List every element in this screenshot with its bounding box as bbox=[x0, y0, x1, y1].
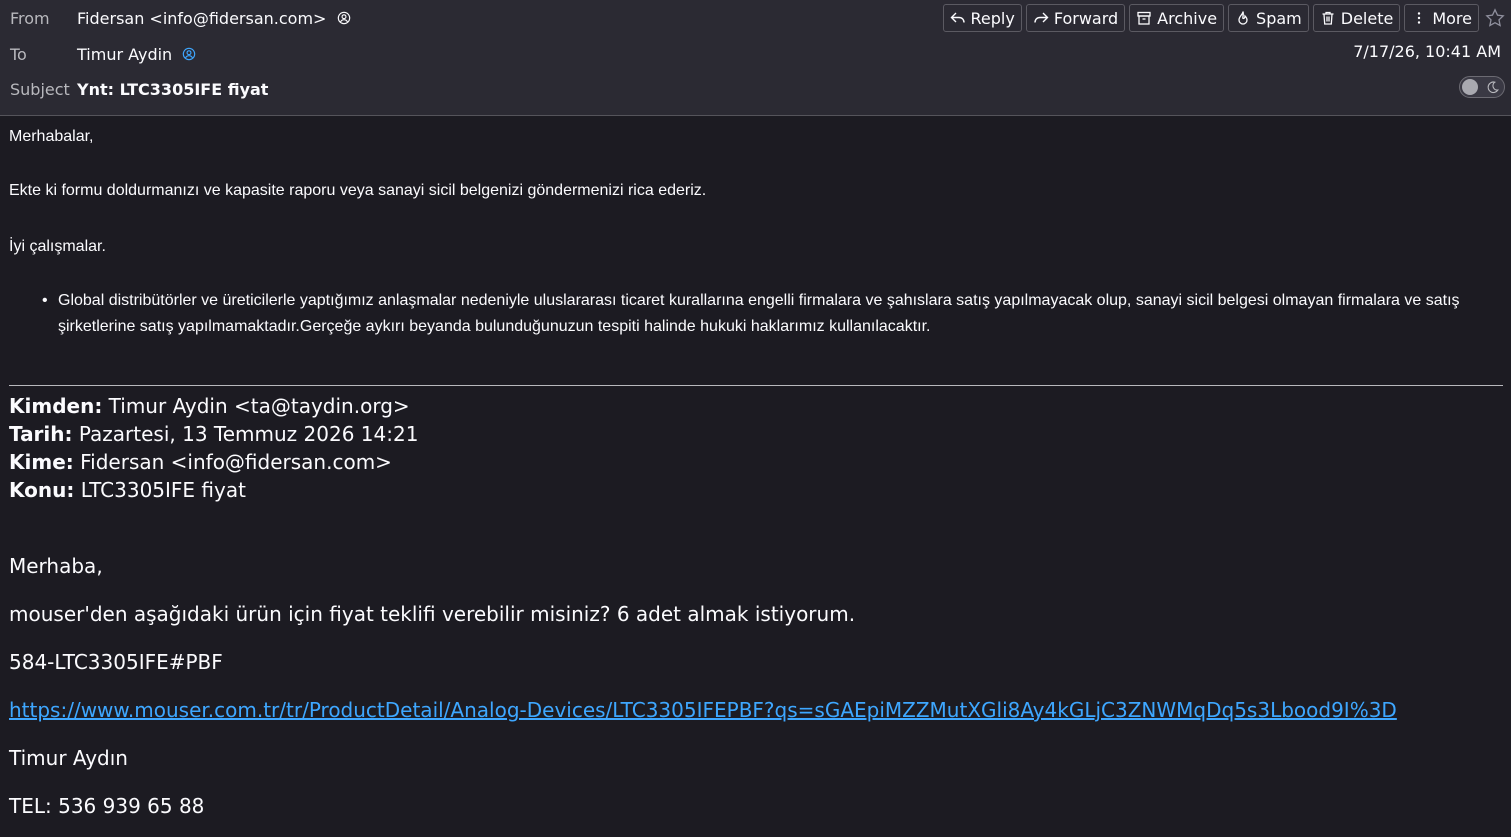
message-toolbar: Reply Forward Archive Spam Delete More bbox=[942, 3, 1507, 33]
quoted-part-number: 584-LTC3305IFE#PBF bbox=[9, 650, 223, 674]
quoted-to-value: Fidersan <info@fidersan.com> bbox=[73, 450, 392, 474]
from-address[interactable]: Fidersan <info@fidersan.com> bbox=[77, 9, 326, 28]
reply-icon bbox=[950, 12, 965, 23]
star-icon bbox=[1485, 8, 1505, 27]
toggle-knob bbox=[1462, 79, 1478, 95]
subject-value: Ynt: LTC3305IFE fiyat bbox=[77, 80, 269, 99]
quoted-date: Tarih: Pazartesi, 13 Temmuz 2026 14:21 bbox=[9, 420, 418, 448]
quote-divider bbox=[9, 385, 1503, 386]
quoted-subject: Konu: LTC3305IFE fiyat bbox=[9, 476, 418, 504]
quoted-headers: Kimden: Timur Aydin <ta@taydin.org> Tari… bbox=[9, 392, 418, 504]
quoted-link-wrap: https://www.mouser.com.tr/tr/ProductDeta… bbox=[9, 698, 1397, 722]
archive-icon bbox=[1137, 11, 1151, 25]
moon-icon bbox=[1487, 81, 1499, 94]
reply-greeting: Merhabalar, bbox=[9, 128, 94, 145]
quoted-from: Kimden: Timur Aydin <ta@taydin.org> bbox=[9, 392, 418, 420]
quoted-subject-label: Konu: bbox=[9, 478, 75, 502]
quoted-phone: TEL: 536 939 65 88 bbox=[9, 794, 205, 818]
quoted-date-label: Tarih: bbox=[9, 422, 73, 446]
add-contact-icon[interactable] bbox=[337, 11, 351, 25]
contact-icon[interactable] bbox=[182, 47, 196, 61]
quoted-to: Kime: Fidersan <info@fidersan.com> bbox=[9, 448, 418, 476]
quoted-from-value: Timur Aydin <ta@taydin.org> bbox=[102, 394, 410, 418]
quoted-date-value: Pazartesi, 13 Temmuz 2026 14:21 bbox=[72, 422, 419, 446]
subject-label: Subject bbox=[10, 80, 70, 99]
star-button[interactable] bbox=[1483, 8, 1507, 28]
forward-label: Forward bbox=[1053, 8, 1119, 28]
more-button[interactable]: More bbox=[1404, 4, 1479, 32]
trash-icon bbox=[1322, 11, 1334, 25]
kebab-icon bbox=[1418, 12, 1421, 24]
to-name[interactable]: Timur Aydin bbox=[77, 45, 172, 64]
from-label: From bbox=[10, 9, 50, 28]
disclaimer-text: Global distribütörler ve üreticilerle ya… bbox=[58, 292, 1460, 335]
forward-icon bbox=[1034, 12, 1049, 23]
to-value[interactable]: Timur Aydin bbox=[77, 41, 196, 69]
message-body: Merhabalar, Ekte ki formu doldurmanızı v… bbox=[0, 116, 1511, 837]
quoted-from-label: Kimden: bbox=[9, 394, 103, 418]
message-header: From Fidersan <info@fidersan.com> To Tim… bbox=[0, 0, 1511, 116]
product-link[interactable]: https://www.mouser.com.tr/tr/ProductDeta… bbox=[9, 698, 1397, 722]
forward-button[interactable]: Forward bbox=[1025, 4, 1126, 32]
message-date: 7/17/26, 10:41 AM bbox=[1353, 42, 1501, 61]
more-label: More bbox=[1432, 8, 1472, 28]
reply-closing: İyi çalışmalar. bbox=[9, 238, 106, 255]
archive-button[interactable]: Archive bbox=[1129, 4, 1225, 32]
reply-line: Ekte ki formu doldurmanızı ve kapasite r… bbox=[9, 182, 707, 199]
reply-label: Reply bbox=[970, 8, 1015, 28]
delete-label: Delete bbox=[1340, 8, 1394, 28]
spam-label: Spam bbox=[1256, 8, 1302, 28]
from-value[interactable]: Fidersan <info@fidersan.com> bbox=[77, 5, 351, 33]
quoted-to-label: Kime: bbox=[9, 450, 74, 474]
quoted-greeting: Merhaba, bbox=[9, 554, 103, 578]
quoted-signature: Timur Aydın bbox=[9, 746, 128, 770]
bullet-dot: • bbox=[42, 292, 48, 309]
reply-button[interactable]: Reply bbox=[942, 4, 1022, 32]
disclaimer-list-item: • Global distribütörler ve üreticilerle … bbox=[42, 288, 1492, 340]
delete-button[interactable]: Delete bbox=[1312, 4, 1401, 32]
fire-icon bbox=[1238, 11, 1248, 25]
dark-mode-toggle[interactable] bbox=[1459, 76, 1505, 98]
quoted-request: mouser'den aşağıdaki ürün için fiyat tek… bbox=[9, 602, 856, 626]
quoted-subject-value: LTC3305IFE fiyat bbox=[74, 478, 246, 502]
to-label: To bbox=[10, 45, 27, 64]
archive-label: Archive bbox=[1157, 8, 1218, 28]
spam-button[interactable]: Spam bbox=[1228, 4, 1309, 32]
